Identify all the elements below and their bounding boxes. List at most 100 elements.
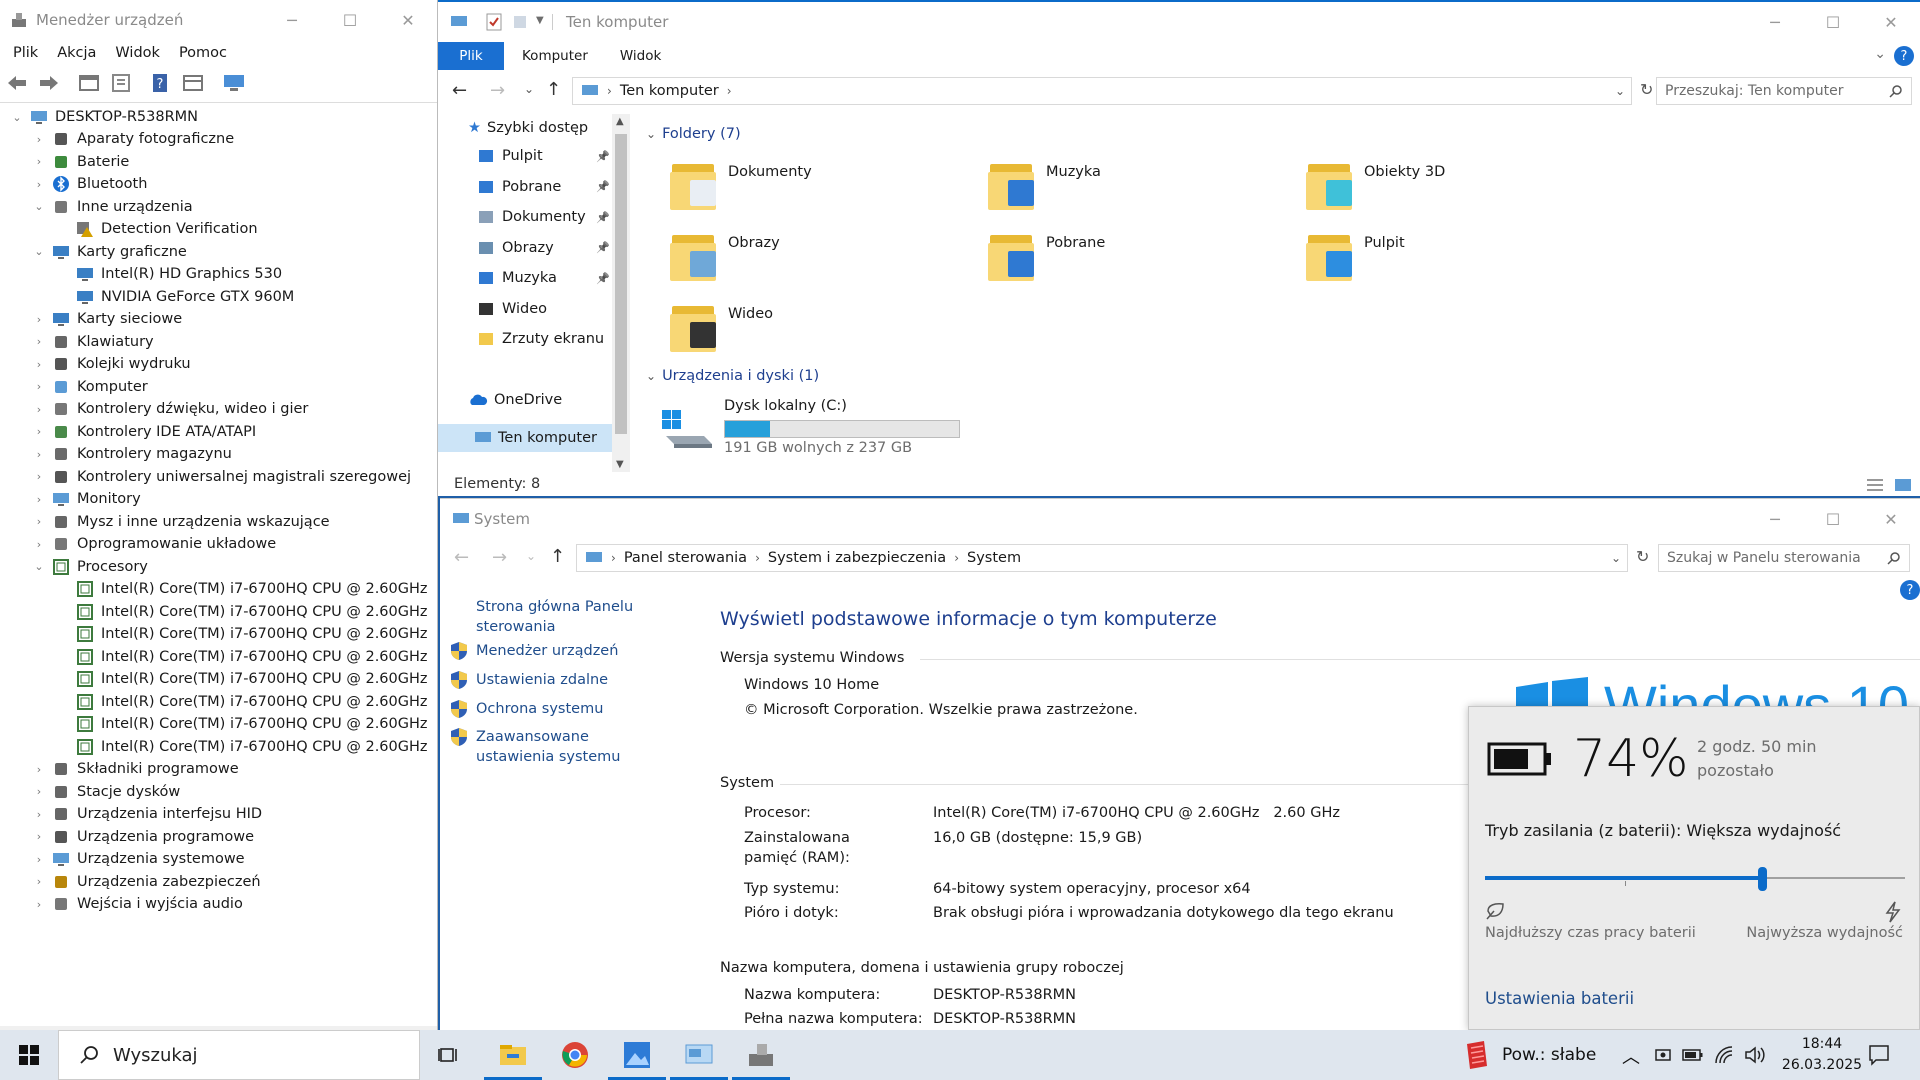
large-icons-view-icon[interactable] (1894, 478, 1912, 492)
tree-category[interactable]: › Kontrolery uniwersalnej magistrali szer… (32, 466, 411, 488)
tree-device[interactable]: Intel(R) Core(TM) i7-6700HQ CPU @ 2.60GH… (56, 691, 428, 713)
close-button[interactable]: ✕ (1862, 499, 1920, 539)
taskbar-photos[interactable] (608, 1030, 666, 1080)
folder-tile[interactable]: Obrazy (670, 229, 780, 283)
chevron-right-icon[interactable]: › (32, 785, 46, 798)
new-folder-quick-icon[interactable] (512, 14, 528, 30)
tree-device[interactable]: Intel(R) Core(TM) i7-6700HQ CPU @ 2.60GH… (56, 646, 428, 668)
chevron-right-icon[interactable]: › (32, 178, 46, 191)
back-button[interactable]: ← (454, 547, 469, 568)
chevron-down-icon[interactable]: ⌄ (10, 111, 24, 124)
chevron-right-icon[interactable]: › (32, 808, 46, 821)
chevron-right-icon[interactable]: › (32, 853, 46, 866)
tree-category[interactable]: › Komputer (32, 376, 148, 398)
volume-tray-icon[interactable] (1744, 1045, 1766, 1065)
forward-arrow-icon[interactable] (38, 73, 60, 93)
battery-tray-icon[interactable] (1682, 1048, 1704, 1062)
folder-tile[interactable]: Wideo (670, 300, 773, 354)
view-resources-icon[interactable] (182, 73, 204, 93)
task-link-label[interactable]: Zaawansowane ustawienia systemu (476, 727, 650, 767)
sidebar-item[interactable]: Muzyka 📌 (478, 264, 610, 292)
system-titlebar[interactable]: System ─ ☐ ✕ (440, 499, 1920, 539)
up-button[interactable]: ↑ (550, 546, 565, 567)
quick-access-dropdown-icon[interactable]: ▼ (536, 15, 544, 26)
tree-category[interactable]: ⌄ Inne urządzenia (32, 196, 192, 218)
sidebar-scrollbar[interactable]: ▲ ▼ (612, 114, 630, 472)
sidebar-onedrive[interactable]: OneDrive (468, 386, 608, 414)
close-button[interactable]: ✕ (1862, 2, 1920, 42)
tree-device[interactable]: Detection Verification (56, 218, 258, 240)
help-icon[interactable]: ? (150, 73, 172, 93)
maximize-button[interactable]: ☐ (1804, 499, 1862, 539)
tree-category[interactable]: › Karty sieciowe (32, 308, 182, 330)
sidebar-this-pc[interactable]: Ten komputer (438, 424, 612, 452)
sidebar-quick-access[interactable]: ★ Szybki dostęp (468, 114, 608, 142)
address-dropdown-icon[interactable]: ⌄ (1615, 84, 1625, 98)
taskbar-system[interactable] (670, 1030, 728, 1080)
tree-category[interactable]: › Klawiatury (32, 331, 154, 353)
chevron-down-icon[interactable]: ⌄ (32, 560, 46, 573)
sidebar-item[interactable]: Pobrane 📌 (478, 173, 610, 201)
tree-category[interactable]: › Składniki programowe (32, 758, 239, 780)
tree-category[interactable]: › Monitory (32, 488, 141, 510)
search-icon[interactable] (1889, 84, 1903, 98)
tree-device[interactable]: NVIDIA GeForce GTX 960M (56, 286, 294, 308)
tree-category[interactable]: › Urządzenia zabezpieczeń (32, 871, 261, 893)
tree-category[interactable]: › Stacje dysków (32, 781, 180, 803)
scroll-up-icon[interactable]: ▲ (616, 116, 624, 127)
power-mode-slider[interactable] (1485, 867, 1905, 891)
task-view-button[interactable] (420, 1030, 478, 1080)
sidebar-item[interactable]: Dokumenty 📌 (478, 203, 610, 231)
recent-dropdown-icon[interactable]: ⌄ (526, 549, 536, 563)
sidebar-item[interactable]: Zrzuty ekranu (478, 325, 610, 353)
chevron-right-icon[interactable]: › (32, 313, 46, 326)
tree-category[interactable]: › Kontrolery dźwięku, wideo i gier (32, 398, 309, 420)
scan-hardware-icon[interactable] (222, 73, 246, 93)
ribbon-expand-icon[interactable]: ⌄ (1874, 46, 1886, 62)
tree-device[interactable]: Intel(R) Core(TM) i7-6700HQ CPU @ 2.60GH… (56, 578, 428, 600)
slider-thumb[interactable] (1758, 867, 1768, 891)
chevron-right-icon[interactable]: › (32, 155, 46, 168)
folder-tile[interactable]: Pobrane (988, 229, 1105, 283)
refresh-icon[interactable]: ↻ (1640, 80, 1653, 99)
folder-tile[interactable]: Obiekty 3D (1306, 158, 1445, 212)
address-bar[interactable]: › Ten komputer › ⌄ (572, 77, 1632, 105)
help-icon[interactable]: ? (1894, 46, 1914, 66)
chevron-right-icon[interactable]: › (32, 830, 46, 843)
help-icon[interactable]: ? (1900, 580, 1920, 600)
tree-category[interactable]: › Kontrolery magazynu (32, 443, 232, 465)
chevron-right-icon[interactable]: › (32, 133, 46, 146)
tree-category[interactable]: › Urządzenia interfejsu HID (32, 803, 262, 825)
back-button[interactable]: ← (452, 80, 467, 101)
address-bar[interactable]: › Panel sterowania › System i zabezpiecz… (576, 544, 1628, 572)
show-hidden-icons-chevron[interactable]: ︿ (1622, 1043, 1640, 1069)
tree-category[interactable]: › Mysz i inne urządzenia wskazujące (32, 511, 330, 533)
menu-pomoc[interactable]: Pomoc (179, 45, 227, 61)
explorer-titlebar[interactable]: ▼ Ten komputer ─ ☐ ✕ (438, 2, 1920, 42)
minimize-button[interactable]: ─ (263, 0, 321, 40)
tab-widok[interactable]: Widok (606, 48, 675, 64)
clock[interactable]: 18:44 26.03.2025 (1770, 1034, 1874, 1076)
chevron-right-icon[interactable]: › (32, 763, 46, 776)
tree-device[interactable]: Intel(R) Core(TM) i7-6700HQ CPU @ 2.60GH… (56, 668, 428, 690)
tab-plik[interactable]: Plik (438, 42, 504, 70)
tree-category[interactable]: › Kontrolery IDE ATA/ATAPI (32, 421, 256, 443)
scroll-down-icon[interactable]: ▼ (616, 459, 624, 470)
sidebar-item[interactable]: Wideo (478, 295, 610, 323)
task-link-label[interactable]: Ochrona systemu (476, 699, 603, 719)
minimize-button[interactable]: ─ (1746, 499, 1804, 539)
scroll-thumb[interactable] (615, 134, 627, 434)
drive-c[interactable]: Dysk lokalny (C:) 191 GB wolnych z 237 G… (660, 398, 960, 458)
back-arrow-icon[interactable] (6, 73, 28, 93)
wifi-tray-icon[interactable] (1714, 1045, 1734, 1065)
control-panel-home-link[interactable]: Strona główna Panelu sterowania (476, 597, 636, 637)
tab-komputer[interactable]: Komputer (504, 48, 606, 64)
address-dropdown-icon[interactable]: ⌄ (1611, 551, 1621, 565)
refresh-icon[interactable]: ↻ (1636, 547, 1649, 566)
task-link[interactable]: Menedżer urządzeń (450, 641, 650, 661)
menu-akcja[interactable]: Akcja (57, 45, 96, 61)
recent-dropdown-icon[interactable]: ⌄ (524, 82, 534, 96)
forward-button[interactable]: → (490, 80, 505, 101)
chevron-right-icon[interactable]: › (32, 898, 46, 911)
task-link[interactable]: Ochrona systemu (450, 699, 650, 719)
